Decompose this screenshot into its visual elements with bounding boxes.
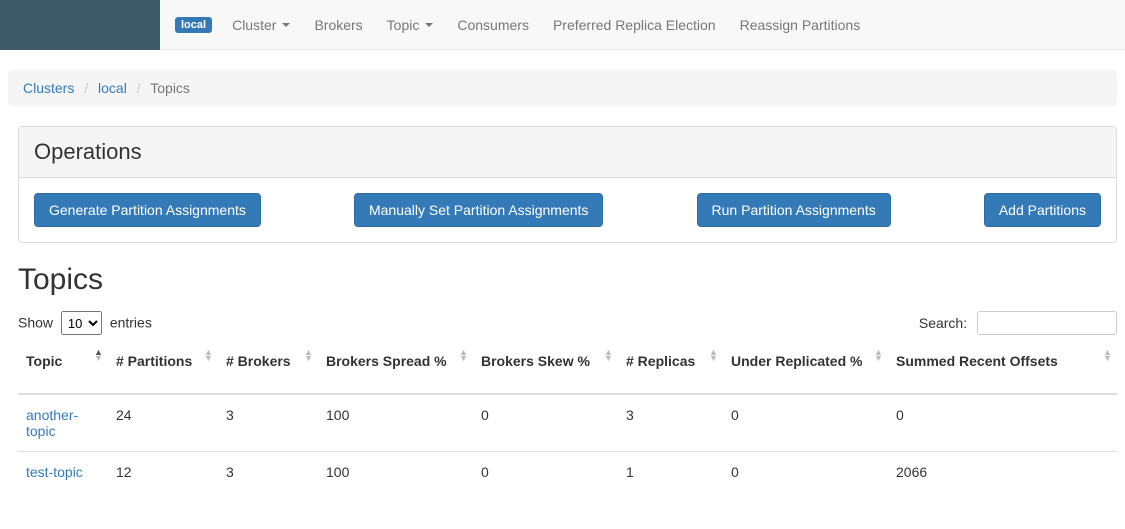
nav-cluster[interactable]: Cluster [220, 2, 302, 48]
entries-control: Show 10 entries [18, 311, 152, 335]
cell-offsets: 0 [888, 394, 1117, 452]
breadcrumb-cluster-name[interactable]: local [98, 80, 127, 96]
entries-select[interactable]: 10 [61, 311, 102, 335]
topics-title: Topics [18, 263, 1117, 297]
table-row: another-topic 24 3 100 0 3 0 0 [18, 394, 1117, 452]
sort-icon: ▲▼ [709, 349, 719, 361]
col-replicas[interactable]: # Replicas ▲▼ [618, 343, 723, 394]
topic-link[interactable]: another-topic [26, 407, 78, 439]
nav-brokers[interactable]: Brokers [302, 2, 374, 48]
nav-label: Topic [387, 17, 420, 33]
topics-panel: Topics Show 10 entries Search: Topic ▲ [18, 263, 1117, 492]
col-label: Topic [26, 353, 62, 369]
table-controls: Show 10 entries Search: [18, 311, 1117, 335]
col-label: Summed Recent Offsets [896, 353, 1058, 369]
col-offsets[interactable]: Summed Recent Offsets ▲▼ [888, 343, 1117, 394]
col-topic[interactable]: Topic ▲▼ [18, 343, 108, 394]
cell-partitions: 24 [108, 394, 218, 452]
nav-consumers[interactable]: Consumers [445, 2, 541, 48]
sort-icon: ▲▼ [304, 349, 314, 361]
cell-under: 0 [723, 452, 888, 493]
breadcrumb-sep: / [131, 80, 147, 96]
col-partitions[interactable]: # Partitions ▲▼ [108, 343, 218, 394]
run-partition-assignments-button[interactable]: Run Partition Assignments [697, 193, 891, 227]
cell-skew: 0 [473, 452, 618, 493]
col-label: Brokers Skew % [481, 353, 590, 369]
nav-items: local Cluster Brokers Topic Consumers Pr… [160, 2, 872, 48]
operations-title: Operations [34, 139, 1101, 165]
add-partitions-button[interactable]: Add Partitions [984, 193, 1101, 227]
sort-icon: ▲▼ [204, 349, 214, 361]
nav-reassign-partitions[interactable]: Reassign Partitions [728, 2, 873, 48]
topics-table: Topic ▲▼ # Partitions ▲▼ # Brokers ▲▼ Br… [18, 343, 1117, 492]
manually-set-partition-assignments-button[interactable]: Manually Set Partition Assignments [354, 193, 603, 227]
cell-replicas: 1 [618, 452, 723, 493]
cluster-badge: local [175, 17, 212, 33]
search-label: Search: [919, 315, 967, 331]
cell-skew: 0 [473, 394, 618, 452]
cell-replicas: 3 [618, 394, 723, 452]
cell-under: 0 [723, 394, 888, 452]
nav-topic[interactable]: Topic [375, 2, 446, 48]
sort-icon: ▲▼ [459, 349, 469, 361]
nav-label: Reassign Partitions [740, 17, 861, 33]
sort-icon: ▲▼ [874, 349, 884, 361]
breadcrumb-clusters[interactable]: Clusters [23, 80, 74, 96]
operations-heading: Operations [19, 127, 1116, 178]
cell-spread: 100 [318, 394, 473, 452]
col-label: Under Replicated % [731, 353, 862, 369]
nav-label: Consumers [457, 17, 529, 33]
sort-icon: ▲▼ [604, 349, 614, 361]
nav-label: Brokers [314, 17, 362, 33]
col-under-replicated[interactable]: Under Replicated % ▲▼ [723, 343, 888, 394]
breadcrumb-sep: / [78, 80, 94, 96]
show-label-suffix: entries [110, 315, 152, 331]
col-spread[interactable]: Brokers Spread % ▲▼ [318, 343, 473, 394]
search-input[interactable] [977, 311, 1117, 335]
sort-icon: ▲▼ [94, 349, 104, 361]
nav-preferred-replica-election[interactable]: Preferred Replica Election [541, 2, 728, 48]
col-label: # Partitions [116, 353, 192, 369]
breadcrumb: Clusters / local / Topics [8, 70, 1117, 106]
col-label: Brokers Spread % [326, 353, 447, 369]
table-row: test-topic 12 3 100 0 1 0 2066 [18, 452, 1117, 493]
topic-link[interactable]: test-topic [26, 464, 83, 480]
cell-partitions: 12 [108, 452, 218, 493]
col-label: # Replicas [626, 353, 695, 369]
nav-label: Preferred Replica Election [553, 17, 716, 33]
col-skew[interactable]: Brokers Skew % ▲▼ [473, 343, 618, 394]
generate-partition-assignments-button[interactable]: Generate Partition Assignments [34, 193, 261, 227]
operations-panel: Operations Generate Partition Assignment… [18, 126, 1117, 243]
cell-offsets: 2066 [888, 452, 1117, 493]
chevron-down-icon [282, 23, 290, 27]
col-label: # Brokers [226, 353, 291, 369]
brand-logo[interactable] [0, 0, 160, 50]
cell-brokers: 3 [218, 394, 318, 452]
cell-spread: 100 [318, 452, 473, 493]
navbar: local Cluster Brokers Topic Consumers Pr… [0, 0, 1125, 50]
chevron-down-icon [425, 23, 433, 27]
nav-label: Cluster [232, 17, 276, 33]
show-label-prefix: Show [18, 315, 53, 331]
cell-brokers: 3 [218, 452, 318, 493]
col-brokers[interactable]: # Brokers ▲▼ [218, 343, 318, 394]
breadcrumb-current: Topics [150, 80, 190, 96]
sort-icon: ▲▼ [1103, 349, 1113, 361]
search-control: Search: [919, 311, 1117, 335]
